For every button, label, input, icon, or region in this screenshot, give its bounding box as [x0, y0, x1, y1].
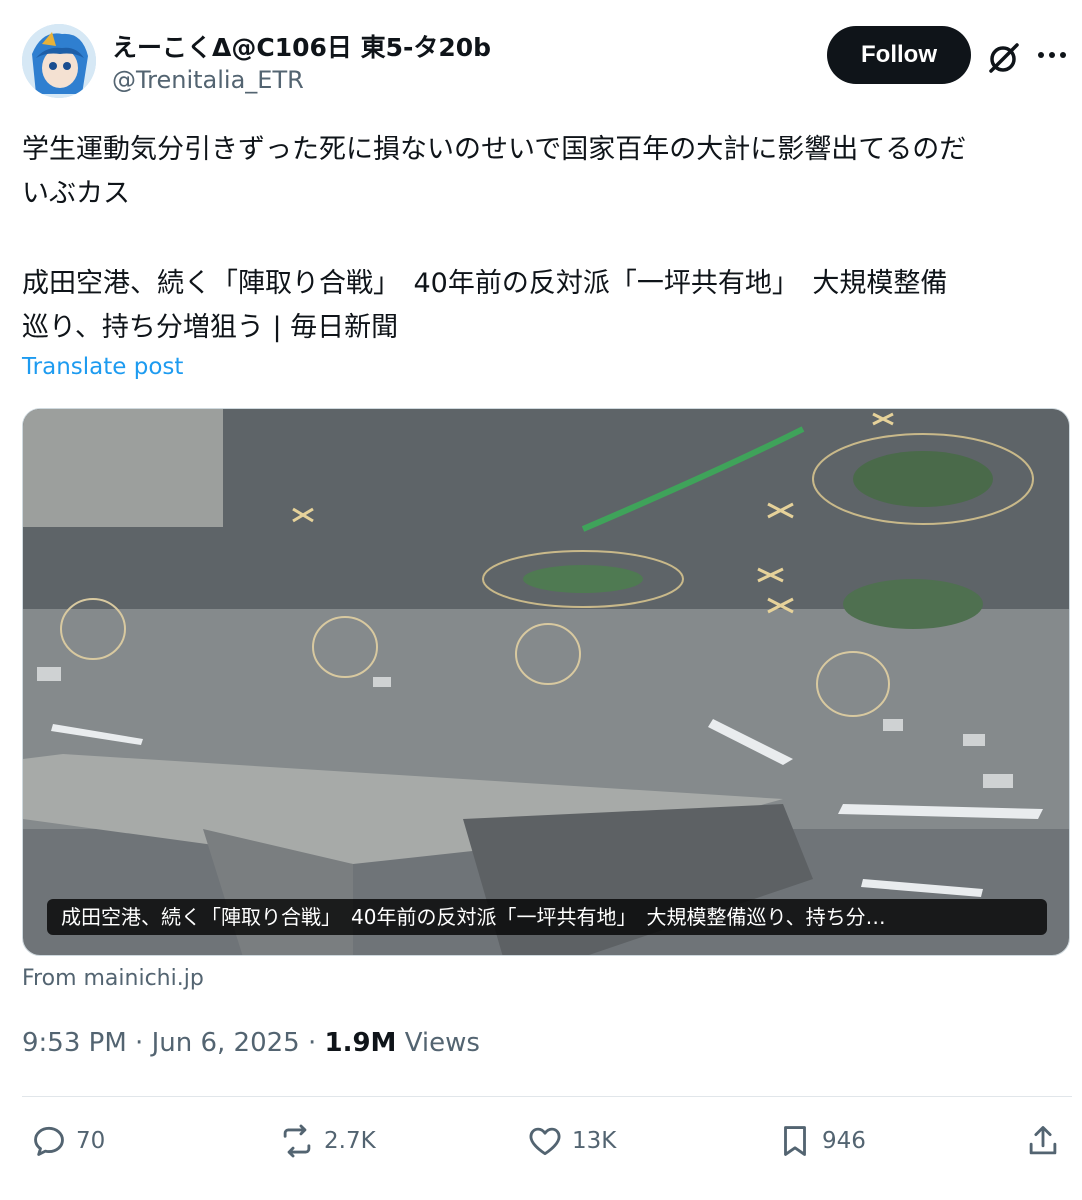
user-handle[interactable]: @Trenitalia_ETR	[112, 66, 304, 94]
views-count: 1.9M	[324, 1028, 397, 1058]
repost-count: 2.7K	[324, 1128, 376, 1154]
post-text-line-2: いぶカス	[22, 178, 130, 209]
link-source[interactable]: From mainichi.jp	[22, 966, 204, 991]
translate-post-link[interactable]: Translate post	[22, 354, 183, 380]
heart-icon	[529, 1127, 561, 1156]
post-text-line-1: 学生運動気分引きずった死に損ないのせいで国家百年の大計に影響出てるのだ	[22, 134, 967, 165]
link-card-caption: 成田空港、続く「陣取り合戦」 40年前の反対派「一坪共有地」 大規模整備巡り、持…	[47, 899, 1047, 935]
repost-button[interactable]: 2.7K	[278, 1120, 376, 1162]
display-name[interactable]: えーこくΔ@C106日 東5-タ20b	[112, 28, 491, 64]
post-date[interactable]: Jun 6, 2025	[152, 1028, 300, 1058]
bookmark-button[interactable]: 946	[776, 1120, 866, 1162]
share-icon	[1029, 1126, 1057, 1155]
reply-icon	[34, 1126, 64, 1156]
more-icon[interactable]	[1032, 40, 1072, 70]
views-label: Views	[396, 1028, 480, 1058]
meta-separator: ·	[126, 1028, 152, 1058]
divider	[22, 1096, 1072, 1097]
link-card[interactable]: 成田空港、続く「陣取り合戦」 40年前の反対派「一坪共有地」 大規模整備巡り、持…	[22, 408, 1070, 956]
follow-button[interactable]: Follow	[827, 26, 971, 84]
repost-icon	[283, 1124, 311, 1158]
post-time[interactable]: 9:53 PM	[22, 1028, 127, 1058]
reply-button[interactable]: 70	[30, 1120, 105, 1162]
like-count: 13K	[572, 1128, 617, 1154]
bookmark-count: 946	[822, 1128, 866, 1154]
avatar[interactable]	[22, 24, 96, 98]
post-meta: 9:53 PM · Jun 6, 2025 · 1.9M Views	[22, 1028, 480, 1058]
post-link-title-line-2: 巡り、持ち分増狙う | 毎日新聞	[22, 312, 399, 343]
grok-icon[interactable]	[986, 40, 1022, 76]
like-button[interactable]: 13K	[526, 1120, 616, 1162]
reply-count: 70	[76, 1128, 106, 1154]
meta-separator: ·	[299, 1028, 325, 1058]
bookmark-icon	[784, 1126, 806, 1156]
anime-avatar-icon	[22, 24, 96, 98]
share-button[interactable]	[1024, 1120, 1070, 1162]
post-link-title-line-1: 成田空港、続く「陣取り合戦」 40年前の反対派「一坪共有地」 大規模整備	[22, 268, 948, 299]
airport-aerial-photo	[23, 409, 1069, 955]
